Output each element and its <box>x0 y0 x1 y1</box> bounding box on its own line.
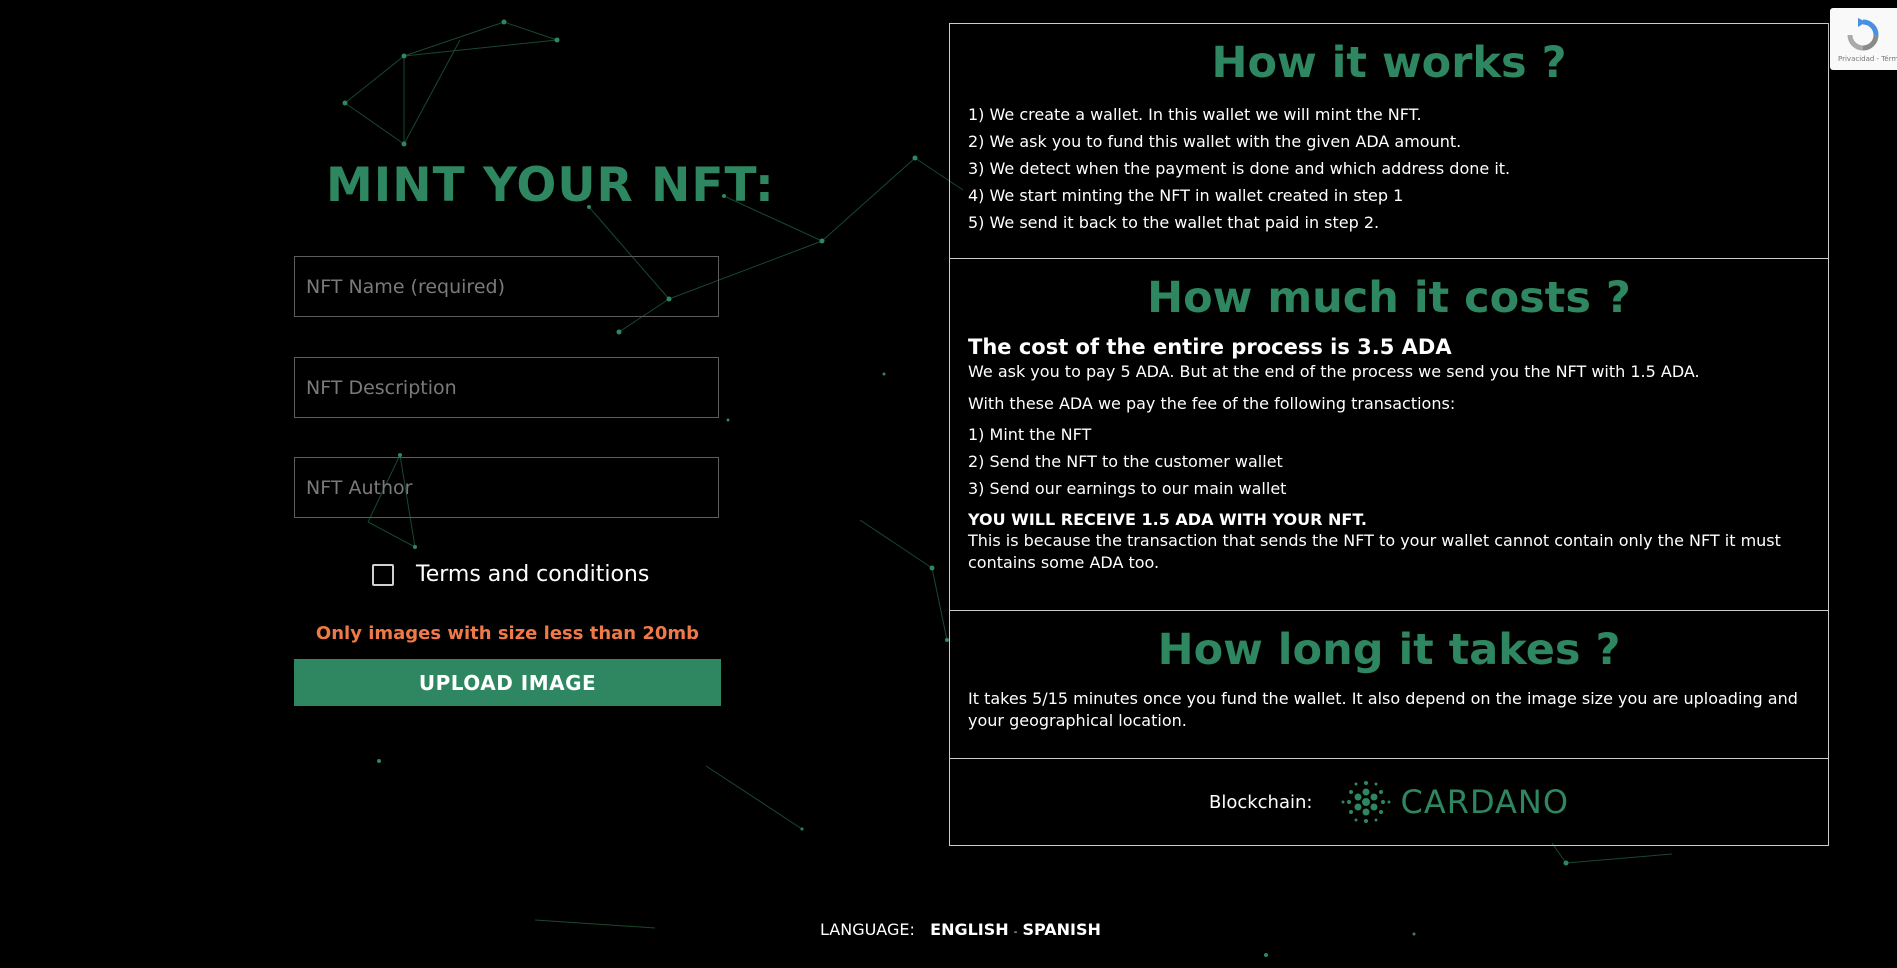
upload-image-button[interactable]: UPLOAD IMAGE <box>294 659 721 706</box>
language-separator: - <box>1013 927 1018 938</box>
language-label: LANGUAGE: <box>820 920 915 939</box>
duration-title: How long it takes ? <box>1157 625 1621 675</box>
cardano-name: CARDANO <box>1400 783 1570 821</box>
receive-explain: This is because the transaction that sen… <box>968 531 1781 573</box>
step-item: 3) We detect when the payment is done an… <box>968 159 1511 179</box>
cost-intro: We ask you to pay 5 ADA. But at the end … <box>968 362 1700 382</box>
blockchain-label: Blockchain: <box>1208 791 1313 813</box>
step-item: 4) We start minting the NFT in wallet cr… <box>968 186 1404 206</box>
terms-row: Terms and conditions <box>372 562 649 587</box>
costs-title: How much it costs ? <box>1147 273 1631 323</box>
duration-section: How long it takes ? It takes 5/15 minute… <box>950 611 1828 759</box>
fee-item: 3) Send our earnings to our main wallet <box>968 479 1287 499</box>
cardano-logo-icon <box>1341 781 1391 823</box>
recaptcha-text[interactable]: Privacidad - Términos <box>1838 55 1897 63</box>
mint-title: MINT YOUR NFT: <box>326 158 775 213</box>
fee-item: 1) Mint the NFT <box>968 425 1092 445</box>
how-it-works-section: How it works ? 1) We create a wallet. In… <box>950 24 1828 259</box>
duration-text: It takes 5/15 minutes once you fund the … <box>968 689 1798 731</box>
step-item: 1) We create a wallet. In this wallet we… <box>968 105 1422 125</box>
costs-section: How much it costs ? The cost of the enti… <box>950 259 1828 611</box>
receive-note: YOU WILL RECEIVE 1.5 ADA WITH YOUR NFT. <box>968 510 1367 530</box>
language-option-english[interactable]: ENGLISH <box>930 920 1009 939</box>
fees-intro: With these ADA we pay the fee of the fol… <box>968 394 1456 414</box>
image-size-note: Only images with size less than 20mb <box>315 623 700 644</box>
cost-headline: The cost of the entire process is 3.5 AD… <box>968 335 1452 360</box>
recaptcha-icon <box>1847 18 1879 51</box>
nft-name-input[interactable] <box>294 256 719 317</box>
nft-author-input[interactable] <box>294 457 719 518</box>
language-option-spanish[interactable]: SPANISH <box>1022 920 1100 939</box>
step-item: 5) We send it back to the wallet that pa… <box>968 213 1380 233</box>
terms-label[interactable]: Terms and conditions <box>416 562 649 587</box>
blockchain-section: Blockchain: CARDANO <box>950 759 1828 845</box>
fee-item: 2) Send the NFT to the customer wallet <box>968 452 1283 472</box>
how-it-works-title: How it works ? <box>1211 38 1567 88</box>
terms-checkbox[interactable] <box>372 563 394 586</box>
cardano-logo: CARDANO <box>1340 778 1569 826</box>
info-panel: How it works ? 1) We create a wallet. In… <box>949 23 1829 846</box>
language-switcher: LANGUAGE: ENGLISH - SPANISH <box>820 920 1101 939</box>
nft-description-input[interactable] <box>294 357 719 418</box>
step-item: 2) We ask you to fund this wallet with t… <box>968 132 1462 152</box>
recaptcha-badge[interactable]: Privacidad - Términos <box>1830 8 1897 70</box>
